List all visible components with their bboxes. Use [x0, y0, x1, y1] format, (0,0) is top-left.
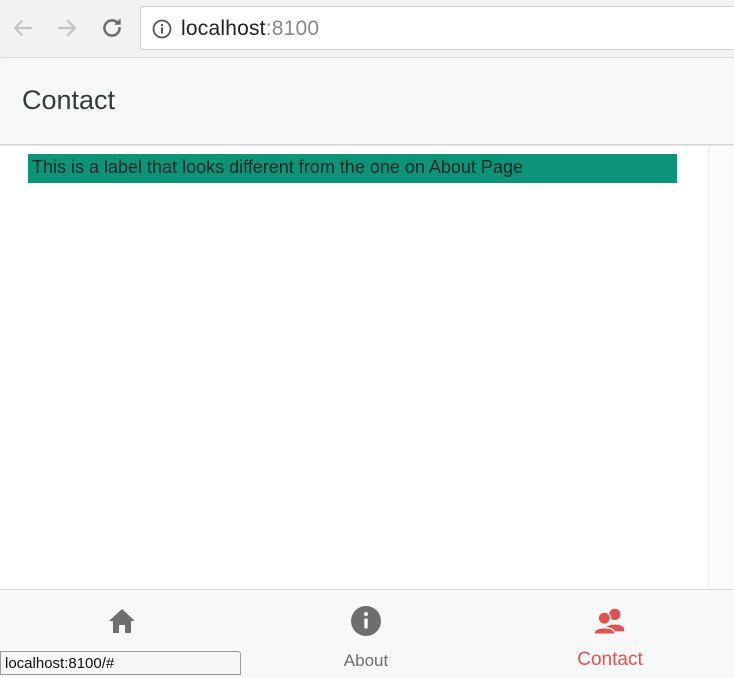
status-url-text: localhost:8100/# — [5, 655, 115, 672]
page-content — [0, 146, 708, 589]
info-icon — [349, 604, 383, 638]
reload-icon — [103, 18, 121, 37]
app-header: Contact — [0, 58, 734, 145]
back-button[interactable] — [8, 13, 38, 43]
tab-contact[interactable]: Contact — [488, 590, 732, 678]
contacts-icon — [593, 604, 627, 638]
styled-label: This is a label that looks different fro… — [28, 154, 677, 183]
info-icon[interactable] — [152, 19, 172, 39]
url-port: :8100 — [265, 17, 320, 40]
tab-contact-label: Contact — [577, 649, 643, 670]
address-bar[interactable]: localhost:8100 — [140, 6, 734, 50]
browser-toolbar: localhost:8100 — [0, 0, 734, 58]
home-icon — [105, 604, 139, 638]
tab-about-label: About — [343, 651, 389, 670]
forward-button[interactable] — [52, 13, 82, 43]
scrollbar[interactable] — [708, 146, 734, 589]
url-text[interactable]: localhost:8100 — [181, 17, 319, 41]
page-title: Contact — [22, 85, 116, 115]
status-url-tooltip: localhost:8100/# — [0, 651, 241, 675]
arrow-left-icon — [13, 19, 33, 37]
arrow-right-icon — [57, 19, 77, 37]
reload-button[interactable] — [97, 13, 127, 43]
label-text: This is a label that looks different fro… — [32, 157, 523, 177]
tab-about[interactable]: About — [244, 590, 488, 678]
url-host: localhost — [181, 17, 266, 40]
